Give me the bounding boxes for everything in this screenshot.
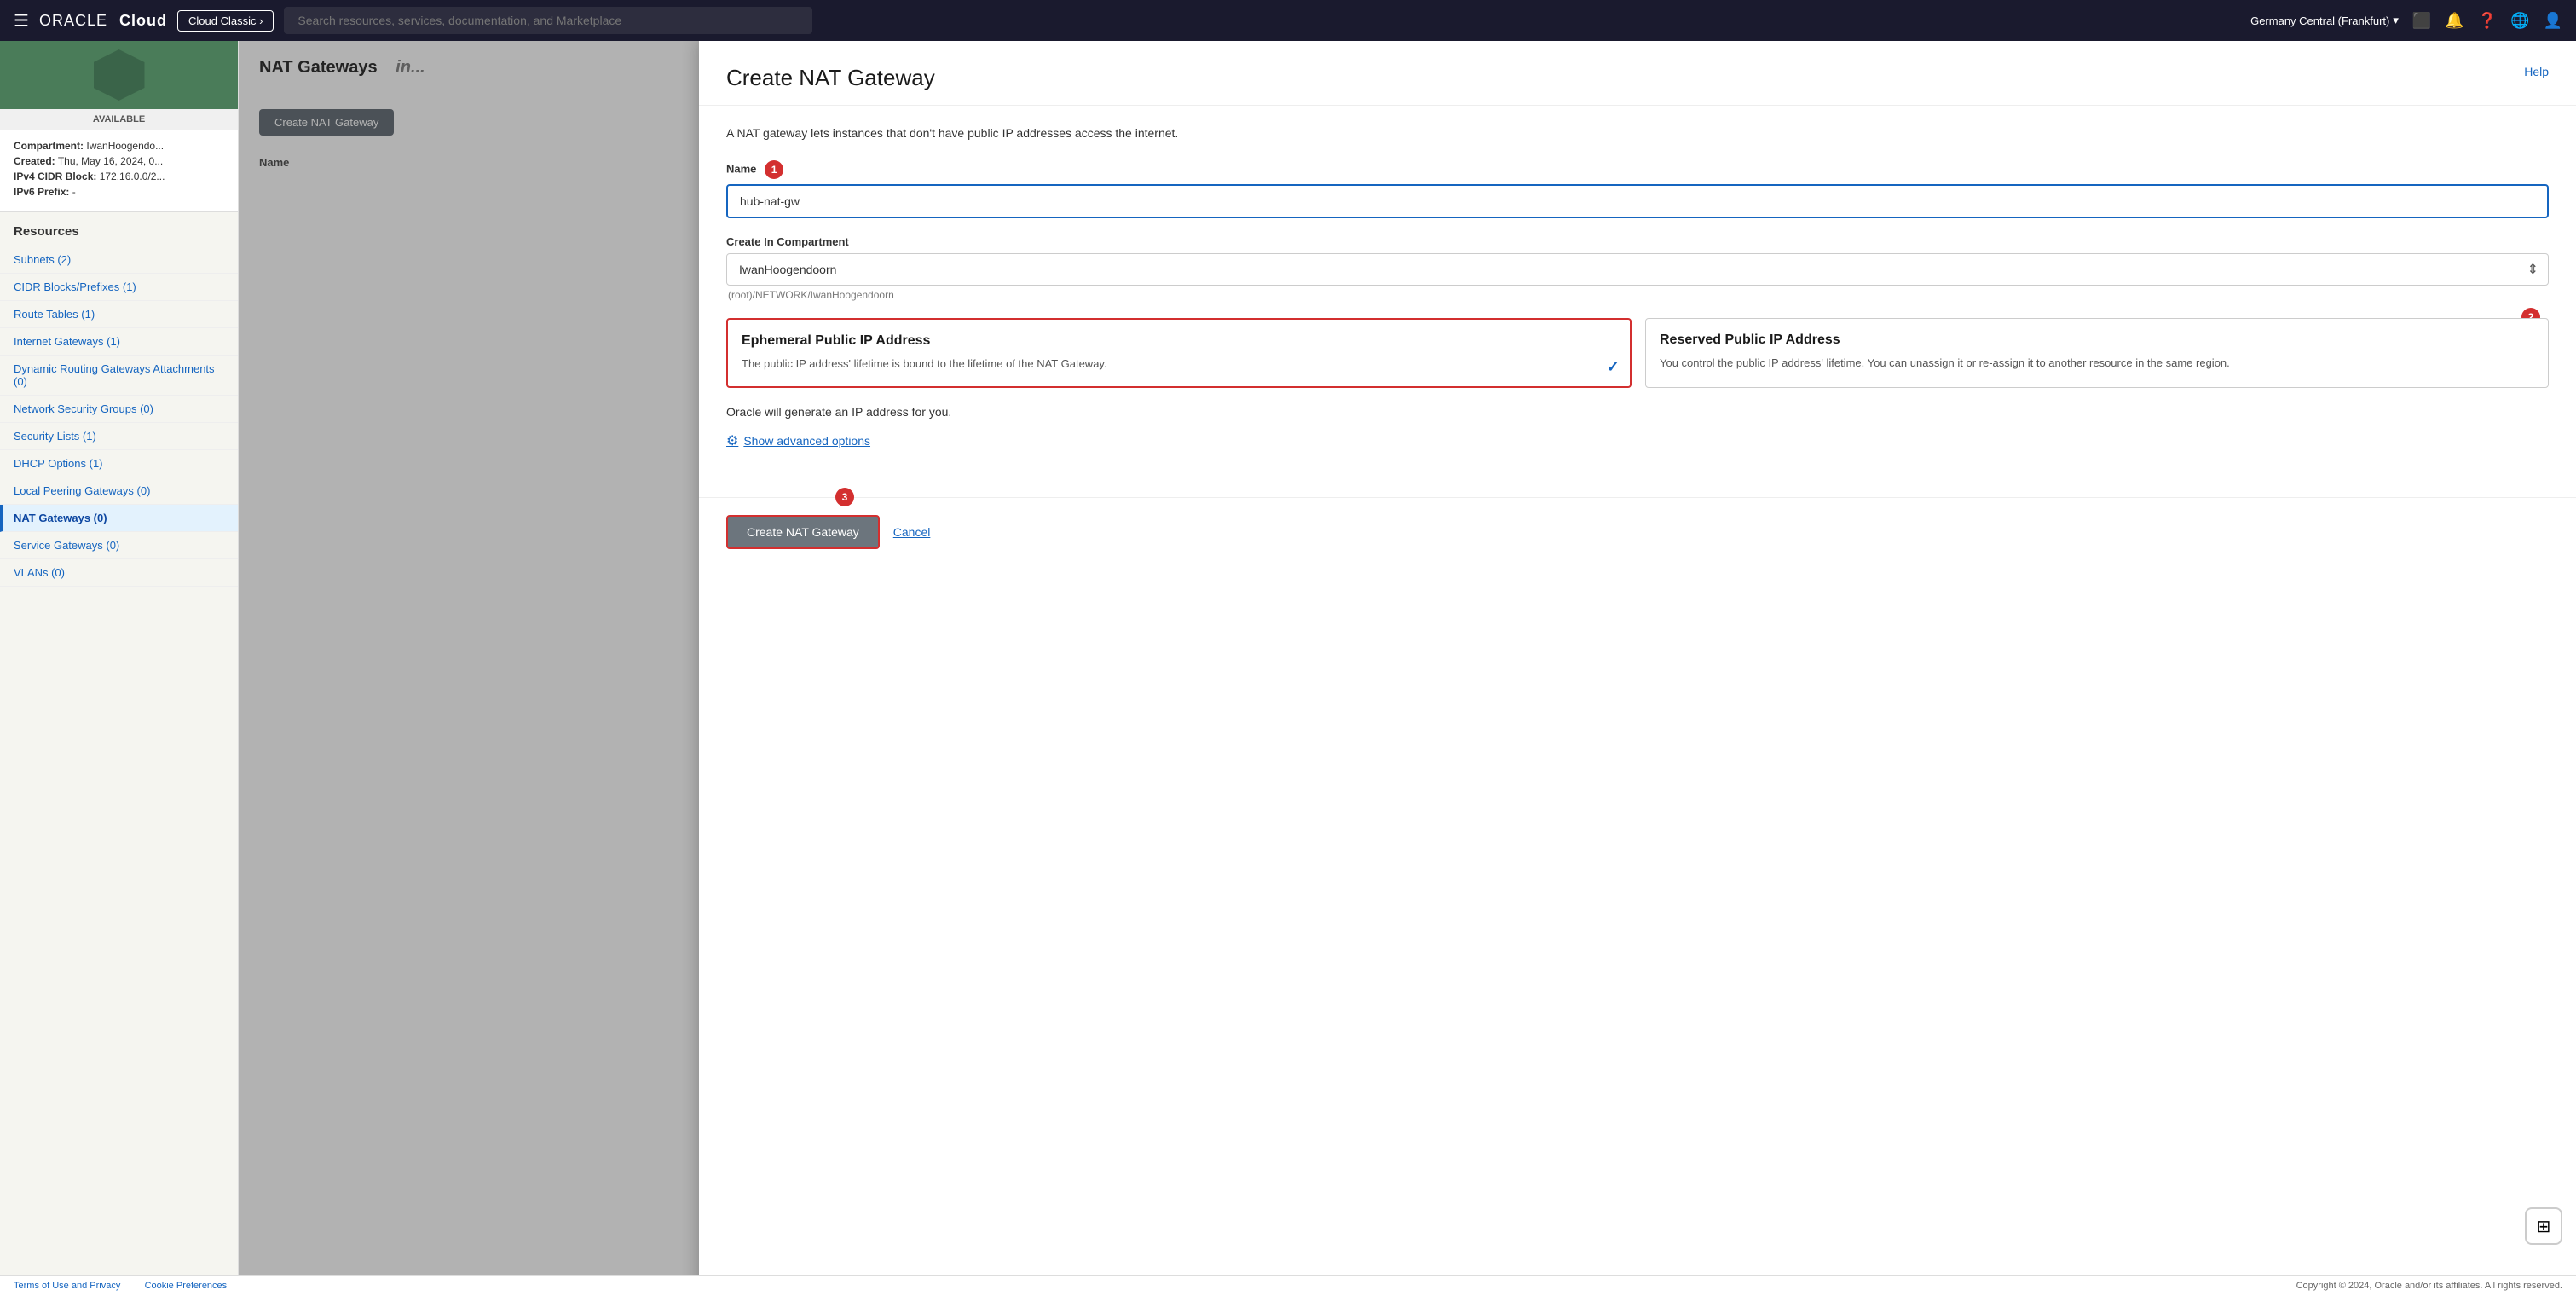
dialog-header: Create NAT Gateway Help <box>699 41 2576 106</box>
hamburger-icon[interactable]: ☰ <box>14 10 29 32</box>
main-layout: AVAILABLE Compartment: IwanHoogendo... C… <box>0 41 2576 1296</box>
main-content: NAT Gateways in... Create NAT Gateway Na… <box>239 41 2576 1296</box>
vcn-header <box>0 41 238 109</box>
compartment-breadcrumb: (root)/NETWORK/IwanHoogendoorn <box>726 286 2549 301</box>
sidebar-item-subnets[interactable]: Subnets (2) <box>0 246 238 274</box>
sidebar: AVAILABLE Compartment: IwanHoogendo... C… <box>0 41 239 1296</box>
oracle-note: Oracle will generate an IP address for y… <box>726 405 2549 419</box>
compartment-form-group: Create In Compartment IwanHoogendoorn ⇕ … <box>726 235 2549 301</box>
sidebar-item-vlans[interactable]: VLANs (0) <box>0 559 238 587</box>
cookie-link[interactable]: Cookie Preferences <box>145 1281 228 1291</box>
show-advanced-options[interactable]: ⚙ Show advanced options <box>726 432 2549 449</box>
cancel-button[interactable]: Cancel <box>893 525 931 539</box>
sidebar-item-internet-gateways[interactable]: Internet Gateways (1) <box>0 328 238 356</box>
dialog-body: A NAT gateway lets instances that don't … <box>699 106 2576 497</box>
search-input[interactable] <box>284 7 812 34</box>
bell-icon[interactable]: 🔔 <box>2445 12 2463 30</box>
footer-links: Terms of Use and Privacy Cookie Preferen… <box>14 1281 240 1291</box>
cloud-classic-button[interactable]: Cloud Classic › <box>177 10 274 32</box>
vcn-status: AVAILABLE <box>0 109 238 130</box>
help-circle-icon[interactable]: ❓ <box>2478 12 2497 30</box>
create-nat-gateway-button[interactable]: Create NAT Gateway <box>726 515 880 549</box>
create-nat-gateway-dialog: Create NAT Gateway Help A NAT gateway le… <box>699 41 2576 1296</box>
ephemeral-ip-option[interactable]: Ephemeral Public IP Address The public I… <box>726 318 1632 388</box>
footer-copyright: Copyright © 2024, Oracle and/or its affi… <box>2296 1281 2562 1291</box>
sidebar-item-network-security[interactable]: Network Security Groups (0) <box>0 396 238 423</box>
name-label: Name 1 <box>726 160 2549 179</box>
sidebar-item-local-peering[interactable]: Local Peering Gateways (0) <box>0 477 238 505</box>
sidebar-item-security-lists[interactable]: Security Lists (1) <box>0 423 238 450</box>
compartment-select-wrapper: IwanHoogendoorn ⇕ <box>726 253 2549 286</box>
monitor-icon[interactable]: ⬛ <box>2412 12 2431 30</box>
reserved-ip-desc: You control the public IP address' lifet… <box>1660 355 2534 372</box>
region-selector[interactable]: Germany Central (Frankfurt) ▾ <box>2250 14 2399 27</box>
user-avatar[interactable]: 👤 <box>2544 12 2562 30</box>
page-footer: Terms of Use and Privacy Cookie Preferen… <box>0 1275 2576 1296</box>
step-badge-3: 3 <box>835 488 854 506</box>
step-badge-1: 1 <box>765 160 783 179</box>
name-input[interactable] <box>726 184 2549 218</box>
ephemeral-ip-desc: The public IP address' lifetime is bound… <box>742 356 1616 373</box>
name-form-group: Name 1 <box>726 160 2549 218</box>
sidebar-item-service-gateways[interactable]: Service Gateways (0) <box>0 532 238 559</box>
compartment-label: Create In Compartment <box>726 235 2549 248</box>
sidebar-item-route-tables[interactable]: Route Tables (1) <box>0 301 238 328</box>
dialog-title: Create NAT Gateway <box>726 65 935 91</box>
sidebar-item-cidr[interactable]: CIDR Blocks/Prefixes (1) <box>0 274 238 301</box>
sidebar-item-dhcp-options[interactable]: DHCP Options (1) <box>0 450 238 477</box>
vcn-hexagon-icon <box>94 49 145 101</box>
advanced-options-icon: ⚙ <box>726 432 738 449</box>
resources-title: Resources <box>0 212 238 246</box>
oracle-logo: ORACLE Cloud <box>39 12 167 30</box>
sidebar-item-dynamic-routing[interactable]: Dynamic Routing Gateways Attachments (0) <box>0 356 238 396</box>
help-widget-icon: ⊞ <box>2537 1216 2551 1237</box>
reserved-ip-option[interactable]: Reserved Public IP Address You control t… <box>1645 318 2549 388</box>
dialog-help-link[interactable]: Help <box>2524 65 2549 78</box>
sidebar-item-nat-gateways[interactable]: NAT Gateways (0) <box>0 505 238 532</box>
globe-icon[interactable]: 🌐 <box>2510 12 2529 30</box>
reserved-ip-title: Reserved Public IP Address <box>1660 333 2534 348</box>
compartment-select[interactable]: IwanHoogendoorn <box>726 253 2549 286</box>
nav-right: Germany Central (Frankfurt) ▾ ⬛ 🔔 ❓ 🌐 👤 <box>2250 12 2562 30</box>
dialog-footer: 3 Create NAT Gateway Cancel <box>699 497 2576 566</box>
vcn-info: Compartment: IwanHoogendo... Created: Th… <box>0 130 238 212</box>
terms-link[interactable]: Terms of Use and Privacy <box>14 1281 120 1291</box>
ephemeral-check-icon: ✓ <box>1607 358 1620 376</box>
dialog-description: A NAT gateway lets instances that don't … <box>726 126 2549 140</box>
top-navigation: ☰ ORACLE Cloud Cloud Classic › Germany C… <box>0 0 2576 41</box>
ephemeral-ip-title: Ephemeral Public IP Address <box>742 333 1616 349</box>
ip-options-row: 2 Ephemeral Public IP Address The public… <box>726 318 2549 388</box>
help-widget[interactable]: ⊞ <box>2525 1207 2562 1245</box>
